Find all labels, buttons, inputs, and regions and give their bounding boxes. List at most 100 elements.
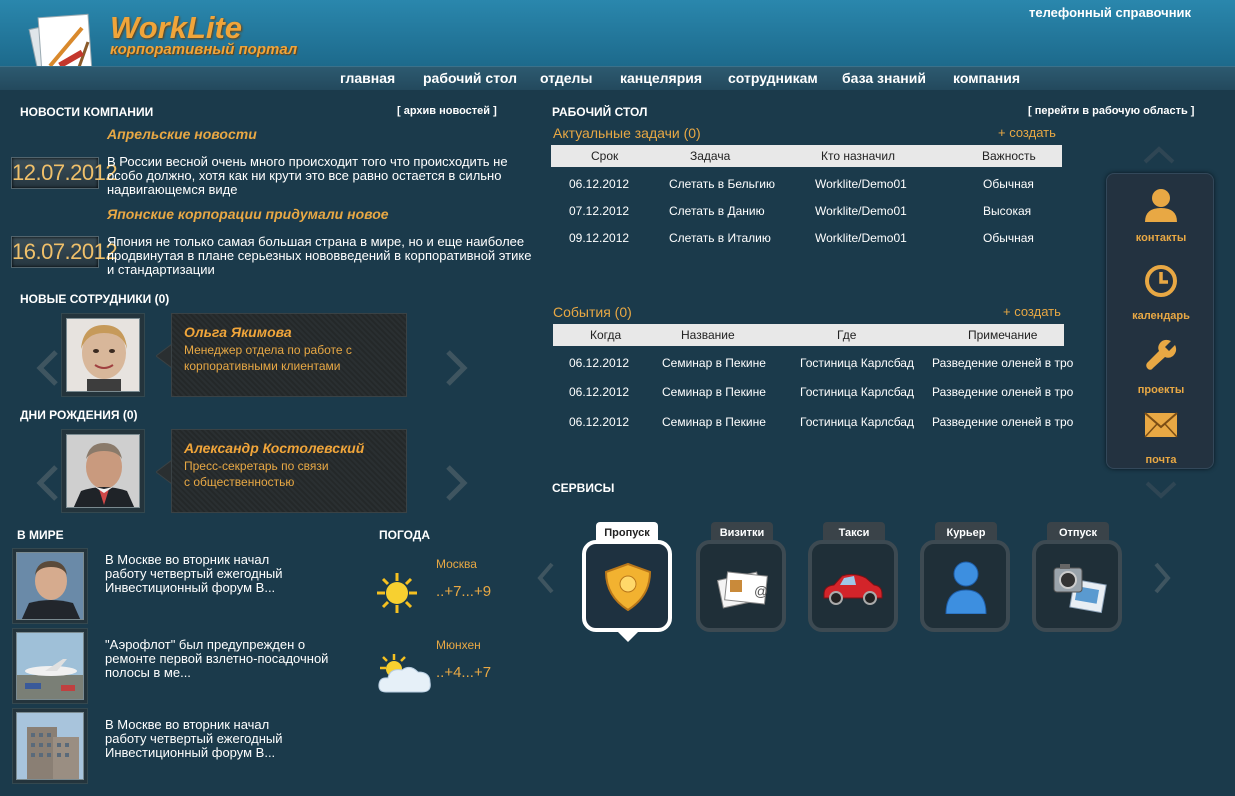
service-vacation[interactable] <box>1032 540 1122 632</box>
shield-badge-icon <box>604 562 652 612</box>
tasks-table-header: Срок Задача Кто назначил Важность <box>551 145 1062 167</box>
service-cards[interactable]: @ <box>696 540 786 632</box>
chevron-left-icon[interactable] <box>36 350 60 391</box>
table-cell: Семинар в Пекине <box>662 356 766 370</box>
employee-card[interactable]: Ольга Якимова Менеджер отдела по работе … <box>171 313 407 397</box>
camera-icon <box>1053 564 1107 614</box>
service-pass[interactable] <box>582 540 672 632</box>
chevron-down-icon[interactable] <box>1145 481 1177 504</box>
world-section-title: В МИРЕ <box>17 528 64 542</box>
table-cell: Гостиница Карлсбад <box>800 356 914 370</box>
world-news-text[interactable]: "Аэрофлот" был предупрежден о ремонте пе… <box>105 638 345 680</box>
world-news-text[interactable]: В Москве во вторник начал работу четверт… <box>105 718 305 760</box>
cloud-sun-icon <box>376 652 434 701</box>
table-cell: Слетать в Данию <box>669 204 765 218</box>
tasks-create-link[interactable]: + создать <box>998 125 1056 140</box>
services-section-title: СЕРВИСЫ <box>552 481 615 495</box>
sun-icon <box>376 572 418 619</box>
news-section-title: НОВОСТИ КОМПАНИИ <box>20 105 154 119</box>
employee-card[interactable]: Александр Костолевский Пресс-секретарь п… <box>171 429 407 513</box>
table-row[interactable]: 09.12.2012 Слетать в Италию Worklite/Dem… <box>551 231 1062 249</box>
desktop-section-title: РАБОЧИЙ СТОЛ <box>552 105 648 119</box>
courier-person-icon <box>945 561 987 614</box>
card-pointer <box>155 343 173 373</box>
phonebook-link[interactable]: телефонный справочник <box>1029 5 1191 20</box>
nav-item-employees[interactable]: сотрудникам <box>728 70 818 86</box>
news-date: 12.07.2012 <box>11 157 118 189</box>
news-text: В России весной очень много происходит т… <box>107 154 508 197</box>
table-cell: Worklite/Demo01 <box>815 177 907 191</box>
nav-item-company[interactable]: компания <box>953 70 1020 86</box>
news-text: Япония не только самая большая страна в … <box>107 234 532 277</box>
table-row[interactable]: 07.12.2012 Слетать в Данию Worklite/Demo… <box>551 204 1062 222</box>
table-cell: 06.12.2012 <box>569 415 630 429</box>
employee-name[interactable]: Ольга Якимова <box>184 324 394 340</box>
events-title: События (0) <box>553 304 632 320</box>
avatar[interactable] <box>61 429 145 513</box>
active-pointer <box>618 630 638 648</box>
chevron-right-icon[interactable] <box>444 350 468 391</box>
news-thumbnail[interactable] <box>12 628 88 704</box>
business-cards-icon: @ <box>716 571 768 609</box>
weather-section-title: ПОГОДА <box>379 528 430 542</box>
service-courier[interactable] <box>920 540 1010 632</box>
table-header-cell[interactable]: Название <box>681 328 735 342</box>
table-header-cell[interactable]: Важность <box>982 149 1036 163</box>
nav-item-knowledge-base[interactable]: база знаний <box>842 70 926 86</box>
nav-item-desktop[interactable]: рабочий стол <box>423 70 517 86</box>
table-header-cell[interactable]: Задача <box>690 149 730 163</box>
sidebar-item-contacts[interactable]: контакты <box>1115 184 1207 254</box>
events-create-link[interactable]: + создать <box>1003 304 1061 319</box>
table-row[interactable]: 06.12.2012 Семинар в Пекине Гостиница Ка… <box>553 415 1073 433</box>
table-cell: 06.12.2012 <box>569 356 630 370</box>
employee-position: Пресс-секретарь по связи с общественност… <box>184 459 329 489</box>
sidebar-item-calendar[interactable]: календарь <box>1115 262 1207 332</box>
news-archive-link[interactable]: [ архив новостей ] <box>397 105 497 117</box>
table-cell: 06.12.2012 <box>569 177 630 191</box>
table-row[interactable]: 06.12.2012 Семинар в Пекине Гостиница Ка… <box>553 385 1073 403</box>
sidebar-item-label: проекты <box>1137 384 1185 396</box>
news-thumbnail[interactable] <box>12 708 88 784</box>
nav-item-home[interactable]: главная <box>340 70 395 86</box>
table-cell: Слетать в Бельгию <box>669 177 775 191</box>
table-cell: Гостиница Карлсбад <box>800 415 914 429</box>
card-pointer <box>155 459 173 489</box>
table-cell: 09.12.2012 <box>569 231 630 245</box>
sidebar-item-mail[interactable]: почта <box>1115 406 1207 476</box>
news-thumbnail[interactable] <box>12 548 88 624</box>
table-header-cell[interactable]: Примечание <box>968 328 1037 342</box>
nav-item-departments[interactable]: отделы <box>540 70 592 86</box>
main-nav: главная рабочий стол отделы канцелярия с… <box>0 66 1235 90</box>
new-employees-title: НОВЫЕ СОТРУДНИКИ (0) <box>20 292 170 306</box>
nav-item-office[interactable]: канцелярия <box>620 70 702 86</box>
chevron-left-icon[interactable] <box>537 562 555 599</box>
table-header-cell[interactable]: Срок <box>591 149 618 163</box>
news-headline[interactable]: Японские корпорации придумали новое <box>107 206 389 222</box>
table-cell: Слетать в Италию <box>669 231 771 245</box>
chevron-right-icon[interactable] <box>444 465 468 506</box>
table-row[interactable]: 06.12.2012 Слетать в Бельгию Worklite/De… <box>551 177 1062 195</box>
tasks-title: Актуальные задачи (0) <box>553 125 701 141</box>
avatar[interactable] <box>61 313 145 397</box>
table-row[interactable]: 06.12.2012 Семинар в Пекине Гостиница Ка… <box>553 356 1073 374</box>
table-header-cell[interactable]: Кто назначил <box>821 149 895 163</box>
table-cell: Worklite/Demo01 <box>815 231 907 245</box>
employee-name[interactable]: Александр Костолевский <box>184 440 394 456</box>
person-icon <box>1145 189 1177 222</box>
service-taxi[interactable] <box>808 540 898 632</box>
table-header-cell[interactable]: Где <box>837 328 856 342</box>
chevron-up-icon[interactable] <box>1143 146 1175 169</box>
workspace-link[interactable]: [ перейти в рабочую область ] <box>1028 105 1194 117</box>
table-cell: 07.12.2012 <box>569 204 630 218</box>
chevron-right-icon[interactable] <box>1153 562 1171 599</box>
sidebar-item-projects[interactable]: проекты <box>1115 336 1207 406</box>
world-news-text[interactable]: В Москве во вторник начал работу четверт… <box>105 553 305 595</box>
table-cell: Обычная <box>983 231 1034 245</box>
birthdays-title: ДНИ РОЖДЕНИЯ (0) <box>20 408 138 422</box>
chevron-left-icon[interactable] <box>36 465 60 506</box>
quick-access-sidebar: контакты календарь проекты почта <box>1106 173 1214 469</box>
news-headline[interactable]: Апрельские новости <box>107 126 257 142</box>
weather-city: Москва <box>436 557 477 571</box>
table-header-cell[interactable]: Когда <box>590 328 621 342</box>
weather-temp: ..+4...+7 <box>436 664 492 681</box>
